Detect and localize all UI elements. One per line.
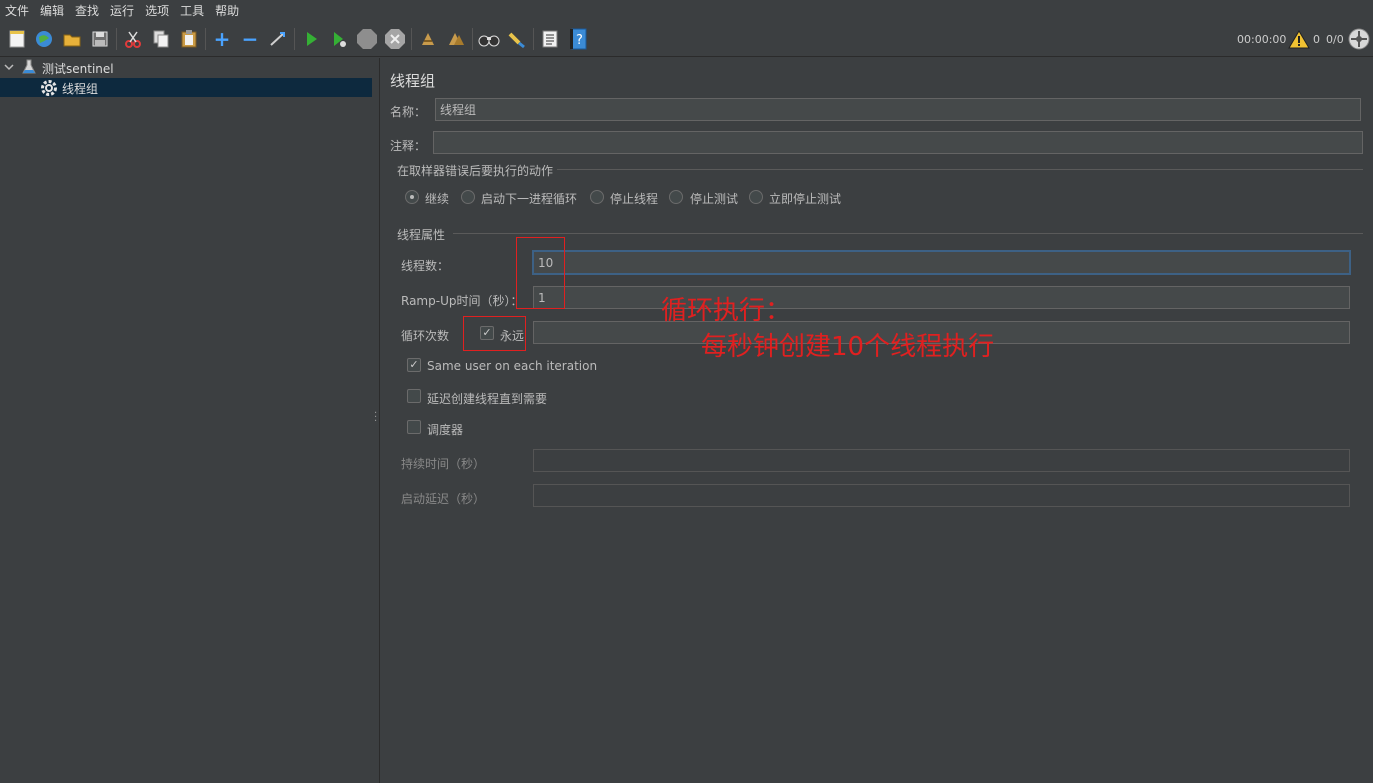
radio-stop-test-label: 停止测试 (690, 192, 739, 206)
start-icon[interactable] (299, 27, 323, 51)
function-helper-icon[interactable] (538, 27, 562, 51)
tree-node-thread-group[interactable]: 线程组 (0, 78, 372, 97)
toolbar-separator (205, 28, 206, 50)
group-divider (453, 233, 1363, 234)
paste-icon[interactable] (177, 27, 201, 51)
expand-icon[interactable]: + (210, 27, 234, 51)
toggle-icon[interactable] (266, 27, 290, 51)
elapsed-timer: 00:00:00 (1237, 33, 1287, 46)
remote-status-icon[interactable] (1347, 27, 1371, 51)
delay-thread-creation-checkbox[interactable] (407, 389, 421, 403)
annotation-text: 循环执行： (661, 296, 792, 326)
menu-tools[interactable]: 工具 (175, 0, 210, 22)
chevron-down-icon[interactable] (4, 60, 14, 77)
warning-icon[interactable] (1287, 27, 1311, 51)
toolbar-separator (116, 28, 117, 50)
shutdown-icon[interactable] (383, 27, 407, 51)
toolbar-separator (472, 28, 473, 50)
test-plan-tree: 测试sentinel 线程组 (0, 58, 372, 783)
new-icon[interactable] (5, 27, 29, 51)
menu-file[interactable]: 文件 (0, 0, 35, 22)
copy-icon[interactable] (149, 27, 173, 51)
tree-node-label: 测试sentinel (42, 62, 114, 76)
scheduler-checkbox[interactable] (407, 420, 421, 434)
rampup-input[interactable]: 1 (533, 286, 1350, 309)
search-icon[interactable] (477, 27, 501, 51)
same-user-checkbox[interactable]: ✓ (407, 358, 421, 372)
gear-icon (40, 79, 58, 100)
annotation-box-forever (463, 316, 526, 351)
reset-search-icon[interactable] (505, 27, 529, 51)
cut-icon[interactable] (121, 27, 145, 51)
templates-icon[interactable] (32, 27, 56, 51)
svg-text:?: ? (576, 33, 583, 48)
radio-stop-thread-label: 停止线程 (610, 192, 659, 206)
annotation-text: 每秒钟创建10个线程执行 (701, 332, 995, 362)
collapse-icon[interactable]: − (238, 27, 262, 51)
comment-label: 注释： (390, 139, 427, 153)
clear-all-icon[interactable] (444, 27, 468, 51)
startup-delay-label: 启动延迟（秒） (401, 492, 486, 506)
duration-input[interactable] (533, 449, 1350, 472)
radio-continue-label: 继续 (425, 192, 450, 206)
menu-edit[interactable]: 编辑 (35, 0, 70, 22)
same-user-label: Same user on each iteration (427, 359, 598, 373)
radio-start-next-loop-label: 启动下一进程循环 (481, 192, 578, 206)
radio-stop-test-now-label: 立即停止测试 (769, 192, 842, 206)
menu-options[interactable]: 选项 (140, 0, 175, 22)
duration-label: 持续时间（秒） (401, 457, 486, 471)
group-divider (557, 169, 1363, 170)
error-action-title: 在取样器错误后要执行的动作 (397, 164, 554, 178)
thread-props-title: 线程属性 (397, 228, 446, 242)
rampup-label: Ramp-Up时间（秒）： (401, 294, 523, 308)
radio-stop-test[interactable] (669, 190, 683, 204)
splitter-grip-icon: · · · (374, 408, 378, 427)
radio-stop-test-now[interactable] (749, 190, 763, 204)
menu-help[interactable]: 帮助 (210, 0, 245, 22)
annotation-box-threads (516, 237, 565, 309)
radio-continue[interactable] (405, 190, 419, 204)
menu-bar: 文件 编辑 查找 运行 选项 工具 帮助 (0, 0, 1373, 22)
startup-delay-input[interactable] (533, 484, 1350, 507)
start-no-pause-icon[interactable] (327, 27, 351, 51)
active-threads: 0/0 (1326, 33, 1344, 46)
scheduler-label: 调度器 (427, 423, 464, 437)
loop-count-label: 循环次数 (401, 329, 450, 343)
toolbar-separator (533, 28, 534, 50)
menu-run[interactable]: 运行 (105, 0, 140, 22)
stop-icon[interactable] (355, 27, 379, 51)
name-input[interactable]: 线程组 (435, 98, 1361, 121)
toolbar-separator (411, 28, 412, 50)
radio-start-next-loop[interactable] (461, 190, 475, 204)
radio-stop-thread[interactable] (590, 190, 604, 204)
flask-icon (22, 59, 36, 78)
threads-input[interactable]: 10 (532, 250, 1351, 275)
comment-input[interactable] (433, 131, 1363, 154)
warning-count: 0 (1313, 33, 1320, 46)
delay-thread-creation-label: 延迟创建线程直到需要 (427, 392, 548, 406)
thread-group-panel: 线程组 名称： 线程组 注释： 在取样器错误后要执行的动作 继续 启动下一进程循… (381, 58, 1373, 783)
page-title: 线程组 (390, 72, 436, 90)
clear-icon[interactable] (416, 27, 440, 51)
toolbar: + − ? 00:00:00 0 0/0 (0, 22, 1373, 57)
save-icon[interactable] (88, 27, 112, 51)
name-label: 名称： (390, 105, 427, 119)
toolbar-separator (294, 28, 295, 50)
panel-splitter[interactable]: · · · (372, 58, 380, 783)
menu-search[interactable]: 查找 (70, 0, 105, 22)
help-icon[interactable]: ? (566, 27, 590, 51)
tree-node-label: 线程组 (62, 82, 99, 96)
open-icon[interactable] (60, 27, 84, 51)
threads-label: 线程数： (401, 259, 450, 273)
